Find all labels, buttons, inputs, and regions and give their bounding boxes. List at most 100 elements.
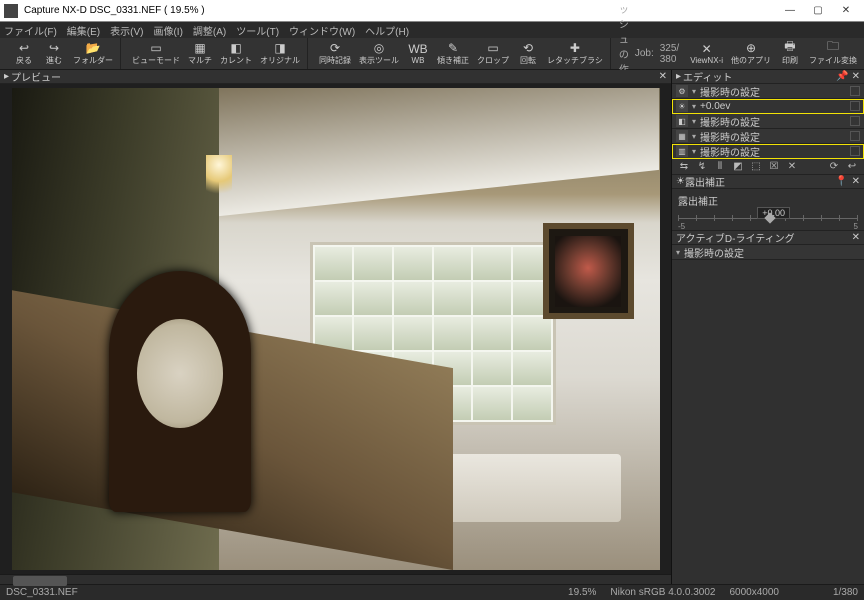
preview-panel: ▸ プレビュー ✕ <box>0 70 672 584</box>
menu-item[interactable]: 画像(I) <box>153 23 182 38</box>
toolbar-マルチ[interactable]: ▦マルチ <box>185 40 215 68</box>
edit-row-label: 撮影時の設定 <box>700 144 846 159</box>
toolstrip-icon[interactable]: ⇆ <box>678 161 690 173</box>
edit-sections: ⚙▾撮影時の設定☀ ▾ +0.0ev ◧▾撮影時の設定▦ ▾ 撮影時の設定▥▾撮影時の設定 <box>672 84 864 159</box>
app-icon <box>4 4 18 18</box>
chevron-down-icon: ▾ <box>692 102 696 111</box>
menu-item[interactable]: 調整(A) <box>193 23 226 38</box>
傾き補正-icon: ✎ <box>446 42 460 54</box>
preview-close-icon[interactable]: ✕ <box>659 71 667 82</box>
chevron-down-icon: ▾ <box>692 132 696 141</box>
toolbar-戻る[interactable]: ↩戻る <box>10 40 38 68</box>
menu-item[interactable]: ヘルプ(H) <box>365 23 409 38</box>
toolbar-ViewNX-i[interactable]: ✕ViewNX-i <box>687 40 726 68</box>
job-label: Job: <box>635 48 654 59</box>
status-profile: Nikon sRGB 4.0.0.3002 <box>610 587 715 598</box>
row-toggle[interactable] <box>850 146 860 156</box>
edit-row[interactable]: ☀ ▾ +0.0ev <box>672 99 864 114</box>
他のアプリ-icon: ⊕ <box>744 42 758 54</box>
exposure-slider-row: 露出補正 -5 5 +0.00 <box>672 189 864 231</box>
edit-row-label: +0.0ev <box>700 101 846 112</box>
slider-max: 5 <box>854 222 858 231</box>
row-toggle[interactable] <box>850 101 860 111</box>
status-dimensions: 6000x4000 <box>729 587 779 598</box>
toolstrip-icon[interactable]: ✕ <box>786 161 798 173</box>
toolbar-オリジナル[interactable]: ◨オリジナル <box>257 40 303 68</box>
toolbar-進む[interactable]: ↪進む <box>40 40 68 68</box>
status-zoom: 19.5% <box>568 587 596 598</box>
edit-tab[interactable]: ▸ エディット 📌 ✕ <box>672 70 864 84</box>
toolstrip-icon[interactable]: ↩ <box>846 161 858 173</box>
toolbar-同時記録[interactable]: ⟳同時記録 <box>316 40 354 68</box>
minimize-button[interactable]: — <box>776 0 804 22</box>
row-icon: ▥ <box>676 145 688 157</box>
edit-row[interactable]: ▦ ▾ 撮影時の設定 <box>672 129 864 144</box>
exposure-slider[interactable]: -5 5 +0.00 <box>678 210 858 226</box>
adl-header[interactable]: アクティブD-ライティング ✕ <box>672 231 864 245</box>
toolbar-表示ツール[interactable]: ◎表示ツール <box>356 40 402 68</box>
exposure-header[interactable]: ☀ 露出補正 📍✕ <box>672 175 864 189</box>
toolbar-フォルダー[interactable]: 📂フォルダー <box>70 40 116 68</box>
row-toggle[interactable] <box>850 116 860 126</box>
close-icon[interactable]: ✕ <box>852 232 860 243</box>
slider-min: -5 <box>678 222 685 231</box>
status-bar: DSC_0331.NEF 19.5% Nikon sRGB 4.0.0.3002… <box>0 584 864 600</box>
フォルダー-icon: 📂 <box>86 42 100 54</box>
job-count: 325/ 380 <box>660 43 679 65</box>
回転-icon: ⟲ <box>521 42 535 54</box>
maximize-button[interactable]: ▢ <box>804 0 832 22</box>
toolstrip-icon[interactable]: ◩ <box>732 161 744 173</box>
row-icon: ◧ <box>676 115 688 127</box>
edit-row[interactable]: ◧▾撮影時の設定 <box>672 114 864 129</box>
toolstrip-icon[interactable]: ↯ <box>696 161 708 173</box>
row-toggle[interactable] <box>850 131 860 141</box>
image-viewer[interactable] <box>0 84 671 574</box>
pin-icon[interactable]: 📍 <box>835 176 847 187</box>
ビューモード-icon: ▭ <box>149 42 163 54</box>
row-icon: ▦ <box>676 130 688 142</box>
menu-item[interactable]: ツール(T) <box>236 23 279 38</box>
menu-item[interactable]: ファイル(F) <box>4 23 57 38</box>
toolbar-レタッチブラシ[interactable]: ✚レタッチブラシ <box>544 40 606 68</box>
toolbar-傾き補正[interactable]: ✎傾き補正 <box>434 40 472 68</box>
edit-pin-icon[interactable]: 📌 ✕ <box>836 71 860 82</box>
menu-item[interactable]: 表示(V) <box>110 23 143 38</box>
edit-row-label: 撮影時の設定 <box>700 129 846 144</box>
進む-icon: ↪ <box>47 42 61 54</box>
ファイル変換-icon: 🗀 <box>826 42 840 54</box>
row-icon: ☀ <box>676 100 688 112</box>
表示ツール-icon: ◎ <box>372 42 386 54</box>
edit-row[interactable]: ▥▾撮影時の設定 <box>672 144 864 159</box>
toolbar-カレント[interactable]: ◧カレント <box>217 40 255 68</box>
toolstrip-icon[interactable]: ⫴ <box>714 161 726 173</box>
toolbar-ファイル変換[interactable]: 🗀ファイル変換 <box>806 40 860 68</box>
toolbar-回転[interactable]: ⟲回転 <box>514 40 542 68</box>
toolstrip-icon[interactable]: ☒ <box>768 161 780 173</box>
close-icon[interactable]: ✕ <box>852 176 860 187</box>
row-toggle[interactable] <box>850 86 860 96</box>
menu-item[interactable]: ウィンドウ(W) <box>289 23 355 38</box>
row-icon: ⚙ <box>676 85 688 97</box>
menu-item[interactable]: 編集(E) <box>67 23 100 38</box>
toolbar-印刷[interactable]: 🖶印刷 <box>776 40 804 68</box>
toolbar-ビューモード[interactable]: ▭ビューモード <box>129 40 183 68</box>
toolstrip-icon[interactable]: ⬚ <box>750 161 762 173</box>
adl-title: アクティブD-ライティング <box>676 230 795 245</box>
scrollbar-thumb[interactable] <box>13 576 67 586</box>
クロップ-icon: ▭ <box>486 42 500 54</box>
toolbar-クロップ[interactable]: ▭クロップ <box>474 40 512 68</box>
preview-image <box>12 88 660 570</box>
edit-toolstrip: ⇆ ↯ ⫴ ◩ ⬚ ☒ ✕ ⟳ ↩ <box>672 159 864 175</box>
edit-row[interactable]: ⚙▾撮影時の設定 <box>672 84 864 99</box>
chevron-down-icon: ▾ <box>676 248 680 257</box>
horizontal-scrollbar[interactable] <box>0 574 671 584</box>
toolbar-他のアプリ[interactable]: ⊕他のアプリ <box>728 40 774 68</box>
adl-value: 撮影時の設定 <box>684 245 860 260</box>
menu-bar: ファイル(F) 編集(E) 表示(V) 画像(I) 調整(A) ツール(T) ウィンドウ(W… <box>0 22 864 38</box>
close-button[interactable]: ✕ <box>832 0 860 22</box>
toolbar-WB[interactable]: WBWB <box>404 40 432 68</box>
toolstrip-icon[interactable]: ⟳ <box>828 161 840 173</box>
ViewNX-i-icon: ✕ <box>700 43 714 55</box>
preview-tab[interactable]: ▸ プレビュー ✕ <box>0 70 671 84</box>
adl-row[interactable]: ▾ 撮影時の設定 <box>672 245 864 260</box>
